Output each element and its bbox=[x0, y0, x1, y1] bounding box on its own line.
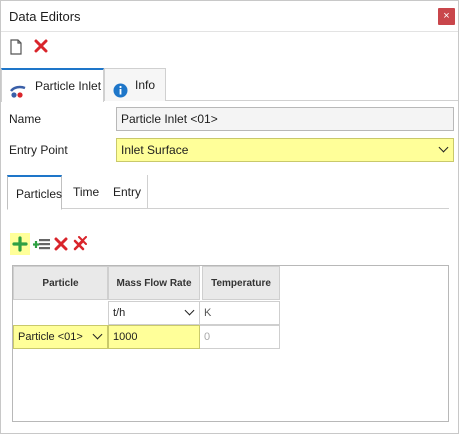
tab-info[interactable]: Info bbox=[104, 68, 166, 101]
tab-particle-inlet-label: Particle Inlet bbox=[35, 79, 102, 93]
tab-info-label: Info bbox=[135, 78, 156, 92]
data-editors-window: Data Editors × Particle Inlet Info Name … bbox=[0, 0, 459, 434]
tab-particles[interactable]: Particles bbox=[7, 175, 62, 210]
close-button[interactable]: × bbox=[438, 8, 455, 25]
chevron-down-icon bbox=[184, 305, 195, 316]
tab-entry[interactable]: Entry bbox=[105, 175, 149, 209]
tab-divider bbox=[147, 175, 148, 209]
name-field[interactable]: Particle Inlet <01> bbox=[116, 107, 454, 131]
tab-time[interactable]: Time bbox=[65, 175, 107, 209]
mass-flow-rate-input[interactable]: 1000 bbox=[108, 325, 200, 349]
delete-all-icon[interactable] bbox=[73, 236, 89, 252]
add-button[interactable] bbox=[10, 233, 30, 255]
header-mass-flow-rate: Mass Flow Rate bbox=[108, 266, 200, 300]
particles-table: Particle Mass Flow Rate Temperature t/h … bbox=[12, 265, 449, 422]
entry-point-select[interactable]: Inlet Surface bbox=[116, 138, 454, 162]
entry-point-value: Inlet Surface bbox=[121, 143, 189, 157]
tab-particle-inlet[interactable]: Particle Inlet bbox=[1, 68, 104, 102]
entry-point-label: Entry Point bbox=[9, 143, 68, 157]
mass-flow-unit-value: t/h bbox=[113, 307, 126, 319]
chevron-down-icon bbox=[438, 142, 449, 153]
temperature-unit: K bbox=[200, 301, 280, 325]
chevron-down-icon bbox=[92, 329, 103, 340]
new-document-icon[interactable] bbox=[9, 39, 25, 55]
window-title: Data Editors bbox=[9, 9, 81, 24]
delete-icon[interactable] bbox=[54, 237, 68, 251]
particle-select[interactable]: Particle <01> bbox=[13, 325, 108, 349]
temperature-input[interactable]: 0 bbox=[200, 325, 280, 349]
add-list-icon[interactable] bbox=[33, 236, 51, 252]
particle-inlet-icon bbox=[10, 79, 26, 112]
header-particle: Particle bbox=[13, 266, 108, 300]
add-icon bbox=[12, 236, 28, 252]
header-temperature: Temperature bbox=[202, 266, 280, 300]
sub-tabstrip: Particles Time Entry bbox=[7, 175, 449, 210]
mass-flow-unit-select[interactable]: t/h bbox=[108, 301, 200, 325]
particle-value: Particle <01> bbox=[18, 331, 83, 343]
name-label: Name bbox=[9, 112, 42, 126]
title-bar: Data Editors × bbox=[1, 1, 458, 32]
delete-x-icon[interactable] bbox=[34, 39, 50, 55]
